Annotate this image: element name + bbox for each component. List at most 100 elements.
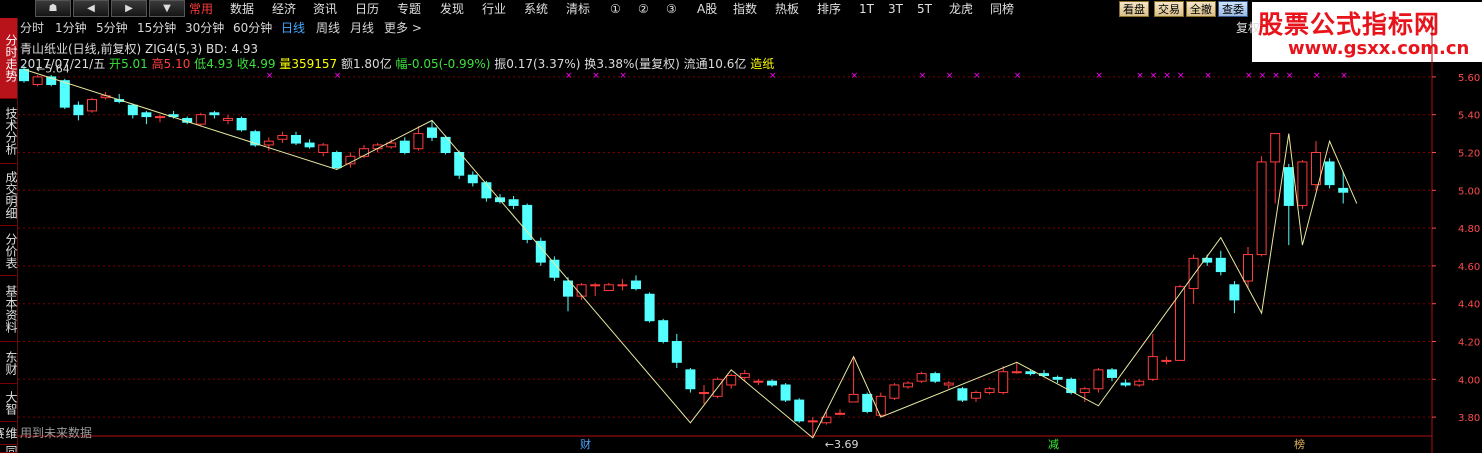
candle-body[interactable] [848,393,859,403]
candle-body[interactable] [739,373,750,378]
candle-body[interactable] [699,392,709,395]
candle-body[interactable] [399,140,410,154]
candle-body[interactable] [1052,376,1063,380]
candle-body[interactable] [685,369,696,390]
candle-body[interactable] [291,134,301,144]
candle-body[interactable] [1215,257,1226,273]
candle-body[interactable] [1093,369,1104,390]
signal-marker: × [1014,71,1022,81]
event-tag-2[interactable]: 榜 [1294,438,1305,452]
event-tag-0[interactable]: 财 [580,438,591,452]
candle-body[interactable] [767,380,777,386]
candle-body[interactable] [59,80,70,108]
candle-body[interactable] [862,393,873,412]
candle-body[interactable] [1338,187,1349,193]
candle-body[interactable] [1120,382,1131,386]
candle-body[interactable] [141,112,152,118]
candle-body[interactable] [32,76,43,85]
candle-body[interactable] [522,204,533,240]
signal-marker: × [1340,71,1348,81]
signal-marker: × [851,71,859,81]
candle-body[interactable] [481,182,492,199]
candle-body[interactable] [1270,133,1281,163]
candle-body[interactable] [807,420,818,423]
signal-marker: × [565,71,573,81]
candle-body[interactable] [1011,371,1022,374]
signal-marker: × [769,71,777,81]
zig-value-label: ←3.69 [825,438,859,451]
y-tick-label: 4.00 [1458,375,1480,386]
candle-body[interactable] [508,199,519,206]
signal-marker: × [1245,71,1253,81]
candle-body[interactable] [889,384,900,399]
candle-body[interactable] [943,382,954,386]
signal-marker: × [1313,71,1321,81]
candle-body[interactable] [903,382,913,388]
candle-body[interactable] [318,144,329,154]
candle-body[interactable] [971,392,981,399]
candle-body[interactable] [794,399,805,422]
candle-body[interactable] [1324,161,1335,186]
candle-body[interactable] [1079,388,1090,394]
y-tick-label: 4.80 [1458,224,1480,235]
candle-body[interactable] [1297,161,1308,206]
candle-body[interactable] [331,152,342,169]
candle-body[interactable] [427,127,437,138]
candle-body[interactable] [1283,167,1294,206]
y-tick-label: 4.60 [1458,262,1480,273]
candle-body[interactable] [19,68,29,82]
candle-body[interactable] [277,134,288,140]
candle-body[interactable] [413,133,424,150]
candle-body[interactable] [957,388,968,401]
candle-body[interactable] [263,140,274,146]
candle-body[interactable] [998,371,1009,394]
candle-body[interactable] [726,375,737,386]
candle-body[interactable] [1107,369,1117,378]
candle-body[interactable] [195,114,206,125]
candle-body[interactable] [753,380,764,383]
candle-body[interactable] [603,284,614,291]
candle-body[interactable] [549,259,560,278]
candle-body[interactable] [304,142,315,148]
candle-body[interactable] [1066,378,1077,394]
candle-body[interactable] [1256,161,1267,256]
candle-body[interactable] [209,112,220,116]
candle-body[interactable] [1229,284,1240,301]
candle-body[interactable] [1025,371,1036,375]
signal-marker: × [973,71,981,81]
candle-body[interactable] [1188,257,1199,290]
candle-body[interactable] [87,99,97,112]
signal-marker: × [592,71,600,81]
candle-body[interactable] [1134,380,1145,386]
candle-body[interactable] [780,384,791,401]
signal-marker: × [1163,71,1171,81]
candle-body[interactable] [644,293,655,322]
candle-body[interactable] [1161,359,1172,362]
signal-marker: × [946,71,954,81]
candle-body[interactable] [631,280,641,290]
candle-body[interactable] [835,412,845,415]
candle-body[interactable] [930,373,941,382]
candle-body[interactable] [1147,356,1158,380]
y-tick-label: 5.60 [1458,73,1480,84]
candle-body[interactable] [658,320,669,342]
candle-body[interactable] [73,104,84,116]
candle-body[interactable] [984,388,995,394]
candle-body[interactable] [127,104,138,116]
candle-body[interactable] [875,395,886,416]
candle-body[interactable] [223,117,233,121]
candle-body[interactable] [916,373,927,382]
candle-body[interactable] [671,341,682,363]
signal-marker: × [1177,71,1185,81]
event-tag-1[interactable]: 减 [1048,438,1059,452]
candle-body[interactable] [576,284,587,297]
candle-body[interactable] [155,116,165,119]
candle-body[interactable] [236,117,247,131]
candle-body[interactable] [590,284,601,287]
candle-body[interactable] [467,174,478,184]
candle-body[interactable] [617,284,628,287]
kline-chart[interactable]: 5.60 5.40 5.20 5.00 4.80 4.60 4.40 4.20 4.00 3.80… [0,0,1482,453]
candle-body[interactable] [1243,254,1253,282]
y-tick-label: 5.40 [1458,111,1480,122]
signal-marker: × [1136,71,1144,81]
